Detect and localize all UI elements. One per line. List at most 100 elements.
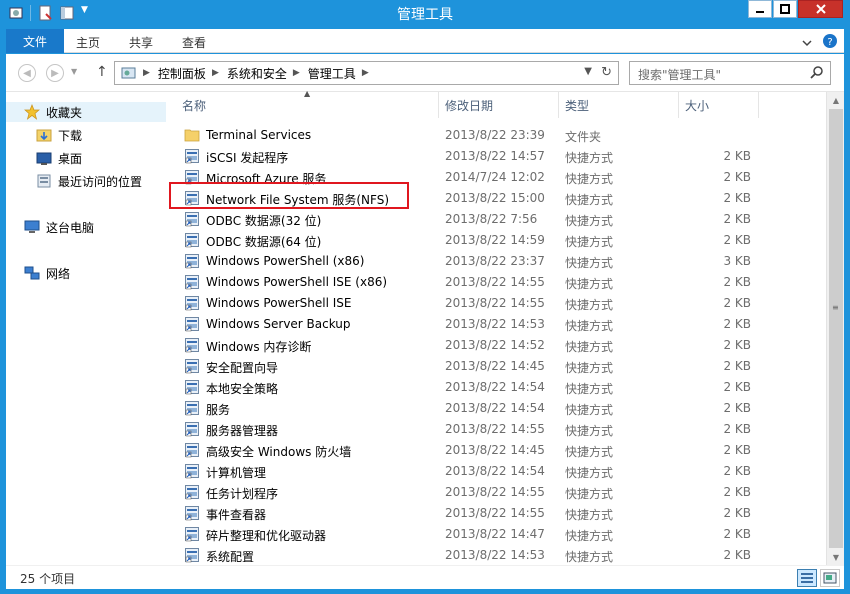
- table-row[interactable]: ODBC 数据源(32 位) 2013/8/22 7:56 快捷方式 2 KB: [166, 209, 826, 230]
- sort-ascending-icon: ▲: [304, 89, 311, 98]
- help-icon[interactable]: ?: [822, 33, 838, 52]
- column-header-date[interactable]: 修改日期: [439, 92, 559, 118]
- table-row[interactable]: iSCSI 发起程序 2013/8/22 14:57 快捷方式 2 KB: [166, 146, 826, 167]
- table-row[interactable]: 任务计划程序 2013/8/22 14:55 快捷方式 2 KB: [166, 482, 826, 503]
- nav-label: 网络: [46, 266, 71, 281]
- maximize-button[interactable]: [773, 0, 797, 18]
- column-header-size[interactable]: 大小: [679, 92, 759, 118]
- file-size: 2 KB: [723, 548, 751, 562]
- up-arrow-icon[interactable]: ↑: [96, 64, 108, 80]
- table-row[interactable]: 高级安全 Windows 防火墙 2013/8/22 14:45 快捷方式 2 KB: [166, 440, 826, 461]
- large-icons-view-button[interactable]: [820, 569, 840, 587]
- details-view-icon: [801, 573, 813, 583]
- file-size: 2 KB: [723, 485, 751, 499]
- nav-item-downloads[interactable]: 下载: [36, 125, 82, 145]
- file-size: 2 KB: [723, 212, 751, 226]
- table-row[interactable]: 安全配置向导 2013/8/22 14:45 快捷方式 2 KB: [166, 356, 826, 377]
- file-name: ODBC 数据源(64 位): [206, 235, 322, 249]
- file-type: 快捷方式: [565, 382, 614, 396]
- table-row[interactable]: Terminal Services 2013/8/22 23:39 文件夹: [166, 125, 826, 146]
- main-pane: 收藏夹 下载 桌面 最近访问的位置 这台电脑 网络 ▲ 名称 修改日期 类型 大…: [6, 89, 844, 566]
- tab-file[interactable]: 文件: [6, 29, 64, 53]
- search-input[interactable]: 搜索"管理工具": [629, 61, 831, 85]
- file-type: 快捷方式: [565, 340, 614, 354]
- table-row[interactable]: 系统配置 2013/8/22 14:53 快捷方式 2 KB: [166, 545, 826, 566]
- file-date: 2013/8/22 14:57: [445, 149, 545, 163]
- file-type: 文件夹: [565, 130, 602, 144]
- svg-text:?: ?: [827, 37, 832, 48]
- window-title: 管理工具: [397, 7, 453, 23]
- table-row[interactable]: Windows 内存诊断 2013/8/22 14:52 快捷方式 2 KB: [166, 335, 826, 356]
- file-type: 快捷方式: [565, 277, 614, 291]
- expand-ribbon-chevron-icon[interactable]: [802, 36, 812, 50]
- back-button[interactable]: ◀: [18, 64, 36, 82]
- file-name: Terminal Services: [206, 128, 312, 142]
- scroll-down-button[interactable]: ▼: [828, 549, 844, 565]
- column-header-name[interactable]: ▲ 名称: [166, 89, 439, 118]
- nav-item-this-pc[interactable]: 这台电脑: [24, 217, 94, 237]
- ribbon-tabs: 文件 主页 共享 查看 ?: [6, 29, 844, 53]
- file-type: 快捷方式: [565, 487, 614, 501]
- item-count: 25 个项目: [20, 572, 76, 586]
- table-row[interactable]: Windows PowerShell ISE 2013/8/22 14:55 快捷方…: [166, 293, 826, 314]
- close-button[interactable]: [798, 0, 843, 18]
- file-name: Windows PowerShell ISE (x86): [206, 275, 388, 289]
- shortcut-icon: [184, 421, 200, 437]
- address-bar[interactable]: ▶ 控制面板 ▶ 系统和安全 ▶ 管理工具 ▶ ▼ ↻: [114, 61, 619, 85]
- file-type: 快捷方式: [565, 424, 614, 438]
- table-row[interactable]: Windows PowerShell (x86) 2013/8/22 23:37 快…: [166, 251, 826, 272]
- nav-label: 最近访问的位置: [58, 174, 143, 189]
- file-date: 2013/8/22 14:53: [445, 548, 545, 562]
- address-history-chevron-icon[interactable]: ▼: [584, 66, 592, 77]
- shortcut-icon: [184, 505, 200, 521]
- shortcut-icon: [184, 463, 200, 479]
- table-row[interactable]: Windows PowerShell ISE (x86) 2013/8/22 14…: [166, 272, 826, 293]
- recent-locations-chevron-icon[interactable]: ▼: [71, 67, 77, 76]
- breadcrumb-admin-tools[interactable]: 管理工具: [308, 65, 356, 82]
- tab-view[interactable]: 查看: [182, 34, 206, 51]
- nav-item-desktop[interactable]: 桌面: [36, 148, 82, 168]
- nav-label: 收藏夹: [46, 105, 83, 120]
- breadcrumb-system-security[interactable]: 系统和安全: [227, 65, 287, 82]
- minimize-button[interactable]: [748, 0, 772, 18]
- file-type: 快捷方式: [565, 529, 614, 543]
- title-bar: ▼ 管理工具: [0, 0, 850, 28]
- table-row[interactable]: Windows Server Backup 2013/8/22 14:53 快捷方式…: [166, 314, 826, 335]
- nav-item-network[interactable]: 网络: [24, 263, 70, 283]
- nav-item-favorites[interactable]: 收藏夹: [6, 102, 166, 122]
- table-row[interactable]: 本地安全策略 2013/8/22 14:54 快捷方式 2 KB: [166, 377, 826, 398]
- table-row[interactable]: 碎片整理和优化驱动器 2013/8/22 14:47 快捷方式 2 KB: [166, 524, 826, 545]
- breadcrumb-separator: ▶: [143, 68, 150, 78]
- scroll-thumb[interactable]: ≡: [829, 109, 843, 548]
- file-date: 2013/8/22 14:52: [445, 338, 545, 352]
- tab-home[interactable]: 主页: [76, 34, 100, 51]
- file-size: 2 KB: [723, 380, 751, 394]
- table-row[interactable]: 计算机管理 2013/8/22 14:54 快捷方式 2 KB: [166, 461, 826, 482]
- scroll-grip-icon: ≡: [832, 303, 839, 312]
- file-name: Windows 内存诊断: [206, 340, 312, 354]
- file-size: 2 KB: [723, 296, 751, 310]
- table-row[interactable]: ODBC 数据源(64 位) 2013/8/22 14:59 快捷方式 2 KB: [166, 230, 826, 251]
- search-icon[interactable]: [810, 65, 824, 82]
- table-row[interactable]: 事件查看器 2013/8/22 14:55 快捷方式 2 KB: [166, 503, 826, 524]
- scroll-up-button[interactable]: ▲: [828, 92, 844, 108]
- file-type: 快捷方式: [565, 403, 614, 417]
- details-view-button[interactable]: [797, 569, 817, 587]
- refresh-icon[interactable]: ↻: [601, 65, 612, 80]
- nav-item-recent[interactable]: 最近访问的位置: [36, 171, 142, 191]
- table-row[interactable]: 服务 2013/8/22 14:54 快捷方式 2 KB: [166, 398, 826, 419]
- file-size: 2 KB: [723, 359, 751, 373]
- file-date: 2013/8/22 14:55: [445, 296, 545, 310]
- nav-label: 下载: [58, 128, 83, 143]
- network-icon: [24, 265, 40, 281]
- forward-button[interactable]: ▶: [46, 64, 64, 82]
- tab-share[interactable]: 共享: [129, 34, 153, 51]
- vertical-scrollbar[interactable]: ▲ ≡ ▼: [826, 92, 844, 565]
- shortcut-icon: [184, 274, 200, 290]
- shortcut-icon: [184, 232, 200, 248]
- file-name: 碎片整理和优化驱动器: [206, 529, 327, 543]
- breadcrumb-control-panel[interactable]: 控制面板: [158, 65, 206, 82]
- table-row[interactable]: 服务器管理器 2013/8/22 14:55 快捷方式 2 KB: [166, 419, 826, 440]
- column-header-type[interactable]: 类型: [559, 92, 679, 118]
- file-name: 事件查看器: [206, 508, 267, 522]
